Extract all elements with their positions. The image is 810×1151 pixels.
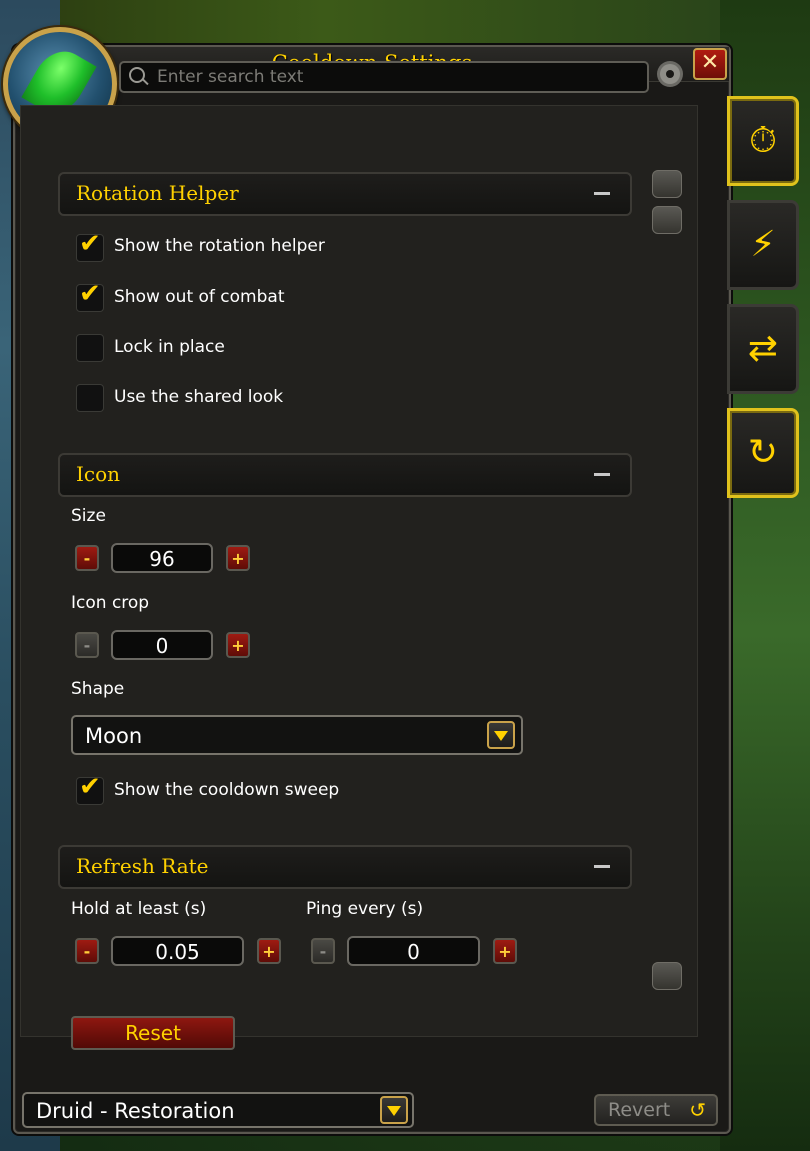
icon-crop-label: Icon crop [71,593,150,613]
lock-in-place-checkbox[interactable] [76,334,104,362]
swap-icon: ⇄ [747,328,779,369]
spec-dropdown[interactable]: Druid - Restoration [22,1092,414,1128]
hold-input[interactable]: 0.05 [111,936,244,966]
crop-decrement-button[interactable]: - [75,632,99,658]
section-icon[interactable]: Icon [58,453,632,497]
checkbox-label: Use the shared look [114,387,284,407]
search-icon [129,67,145,83]
show-out-of-combat-checkbox[interactable] [76,279,104,312]
tab-cooldowns[interactable]: ⏱ [727,96,799,186]
use-shared-look-checkbox[interactable] [76,384,104,412]
size-decrement-button[interactable]: - [75,545,99,571]
stopwatch-icon: ⏱ [748,120,778,161]
collapse-icon[interactable] [594,865,610,868]
ping-decrement-button[interactable]: - [311,938,335,964]
icon-crop-input[interactable]: 0 [111,630,213,660]
checkbox-label: Show out of combat [114,287,285,307]
search-input[interactable] [155,65,639,89]
scroll-down-button[interactable] [652,962,682,990]
shape-label: Shape [71,679,125,699]
section-rotation-helper[interactable]: Rotation Helper [58,172,632,216]
size-input[interactable]: 96 [111,543,213,573]
ping-increment-button[interactable]: + [493,938,517,964]
collapse-icon[interactable] [594,473,610,476]
scroll-thumb[interactable] [652,206,682,234]
checkbox-label: Show the rotation helper [114,236,325,256]
crop-increment-button[interactable]: + [226,632,250,658]
ping-input[interactable]: 0 [347,936,480,966]
cooldown-sweep-checkbox[interactable] [76,772,104,805]
hold-label: Hold at least (s) [71,899,207,919]
collapse-icon[interactable] [594,192,610,195]
checkbox-label: Show the cooldown sweep [114,780,340,800]
gear-icon[interactable] [660,64,680,84]
show-rotation-helper-checkbox[interactable] [76,229,104,262]
reset-button[interactable]: Reset [71,1016,235,1050]
search-box[interactable] [119,61,649,93]
tab-swap[interactable]: ⇄ [727,304,799,394]
shape-value: Moon [85,724,143,748]
revert-button[interactable]: Revert ↺ [594,1094,718,1126]
undo-icon: ↺ [689,1098,706,1122]
size-increment-button[interactable]: + [226,545,250,571]
section-refresh-rate[interactable]: Refresh Rate [58,845,632,889]
size-label: Size [71,506,106,526]
revert-label: Revert [608,1099,671,1121]
section-title: Rotation Helper [76,181,239,205]
scroll-up-button[interactable] [652,170,682,198]
lightning-icon: ⚡ [750,224,776,265]
section-title: Icon [76,462,121,486]
tab-refresh[interactable]: ↻ [727,408,799,498]
tab-procs[interactable]: ⚡ [727,200,799,290]
hold-increment-button[interactable]: + [257,938,281,964]
shape-dropdown[interactable]: Moon [71,715,523,755]
refresh-icon: ↻ [747,432,779,473]
close-button[interactable]: ✕ [693,48,727,80]
hold-decrement-button[interactable]: - [75,938,99,964]
checkbox-label: Lock in place [114,337,225,357]
spec-value: Druid - Restoration [36,1099,235,1123]
chevron-down-icon[interactable] [380,1096,408,1124]
ping-label: Ping every (s) [306,899,424,919]
section-title: Refresh Rate [76,854,209,878]
chevron-down-icon[interactable] [487,721,515,749]
